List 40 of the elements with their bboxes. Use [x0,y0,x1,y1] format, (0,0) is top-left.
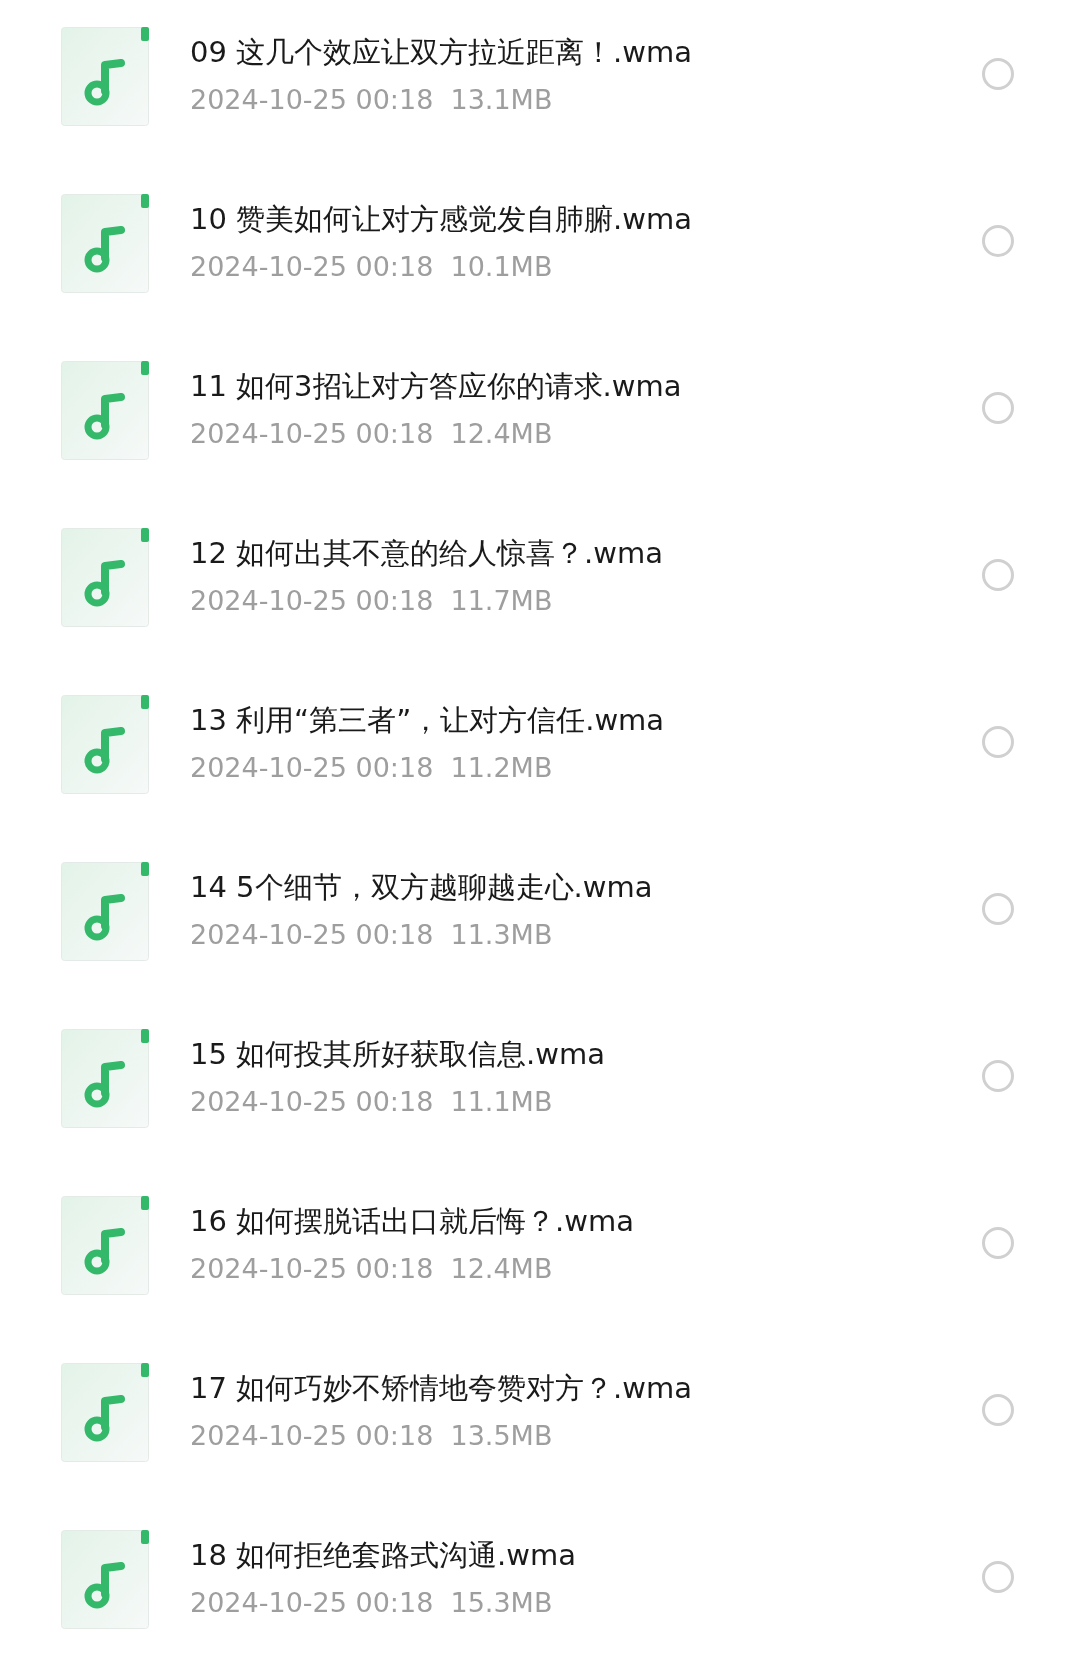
select-checkbox[interactable] [982,225,1014,257]
select-checkbox[interactable] [982,392,1014,424]
select-checkbox[interactable] [982,559,1014,591]
file-meta: 2024-10-25 00:18 11.1MB [190,1085,554,1119]
file-name: 14 5个细节，双方越聊越走心.wma [190,869,654,906]
music-file-icon [61,27,149,126]
file-name: 11 如何3招让对方答应你的请求.wma [190,368,683,405]
select-checkbox[interactable] [982,1394,1014,1426]
select-checkbox[interactable] [982,893,1014,925]
file-meta: 2024-10-25 00:18 13.5MB [190,1419,554,1453]
music-file-icon [61,194,149,293]
select-checkbox[interactable] [982,1060,1014,1092]
file-meta: 2024-10-25 00:18 11.2MB [190,751,554,785]
file-name: 15 如何投其所好获取信息.wma [190,1036,607,1073]
music-file-icon [61,1196,149,1295]
file-meta: 2024-10-25 00:18 12.4MB [190,417,554,451]
select-checkbox[interactable] [982,726,1014,758]
select-checkbox[interactable] [982,1561,1014,1593]
file-meta: 2024-10-25 00:18 12.4MB [190,1252,554,1286]
select-checkbox[interactable] [982,1227,1014,1259]
file-meta: 2024-10-25 00:18 10.1MB [190,250,554,284]
music-file-icon [61,862,149,961]
file-name: 13 利用“第三者”，让对方信任.wma [190,702,666,739]
file-meta: 2024-10-25 00:18 11.7MB [190,584,554,618]
file-meta: 2024-10-25 00:18 15.3MB [190,1586,554,1620]
music-file-icon [61,528,149,627]
select-checkbox[interactable] [982,58,1014,90]
music-file-icon [61,695,149,794]
file-name: 12 如何出其不意的给人惊喜？.wma [190,535,665,572]
music-file-icon [61,1363,149,1462]
file-name: 10 赞美如何让对方感觉发自肺腑.wma [190,201,694,238]
music-file-icon [61,361,149,460]
music-file-icon [61,1029,149,1128]
file-name: 09 这几个效应让双方拉近距离！.wma [190,34,694,71]
file-name: 18 如何拒绝套路式沟通.wma [190,1537,578,1574]
music-file-icon [61,1530,149,1629]
file-name: 16 如何摆脱话出口就后悔？.wma [190,1203,636,1240]
file-name: 17 如何巧妙不矫情地夸赞对方？.wma [190,1370,694,1407]
file-meta: 2024-10-25 00:18 11.3MB [190,918,554,952]
file-meta: 2024-10-25 00:18 13.1MB [190,83,554,117]
